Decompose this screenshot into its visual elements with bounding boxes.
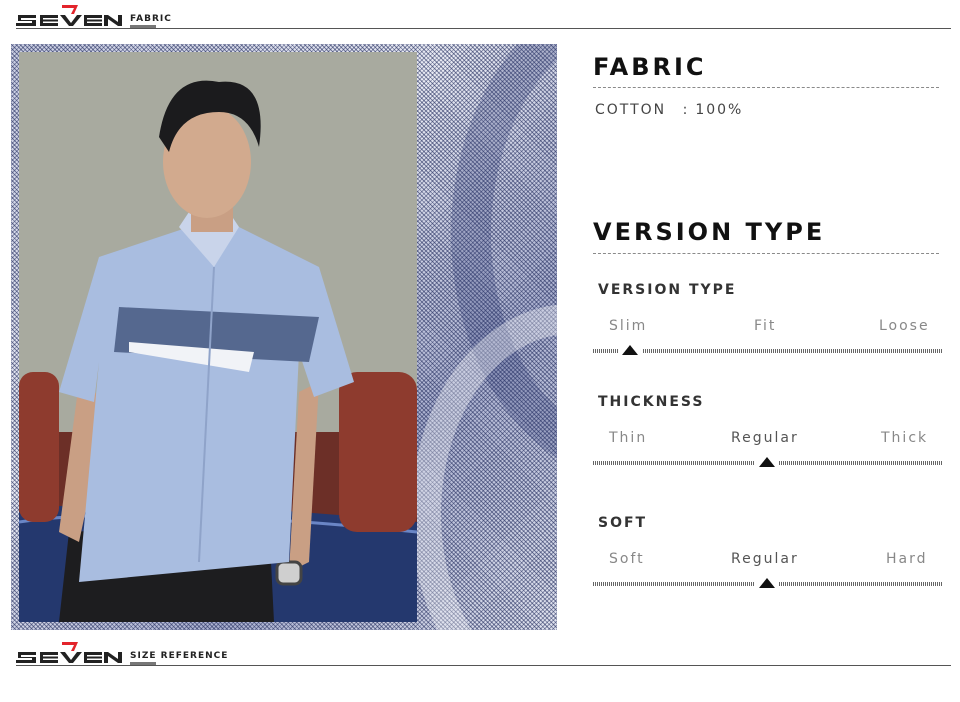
selected-pointer-icon	[622, 345, 638, 355]
scale-label-fit: Fit	[754, 318, 777, 334]
fabric-texture-panel	[11, 44, 557, 630]
scale-label-soft: Soft	[609, 551, 645, 567]
seven-logo	[16, 3, 126, 29]
scale-track	[593, 349, 943, 353]
material-label: COTTON	[595, 102, 667, 118]
scale-label-slim: Slim	[609, 318, 648, 334]
version-type-title: VERSION TYPE	[593, 218, 826, 246]
header-tag: FABRIC	[130, 14, 172, 24]
version-divider	[593, 253, 939, 254]
material-percent: 100%	[695, 102, 744, 118]
fabric-composition: COTTON :100%	[595, 102, 743, 118]
version-type-scale: Slim Fit Loose	[593, 318, 943, 355]
selected-pointer-icon	[759, 457, 775, 467]
scale-label-thin: Thin	[609, 430, 648, 446]
scale-label-regular: Regular	[731, 430, 799, 446]
model-photo	[19, 52, 417, 622]
soft-row-title: SOFT	[598, 515, 648, 531]
composition-separator: :	[682, 102, 690, 118]
header-rule	[16, 665, 951, 666]
fabric-fold	[411, 304, 557, 630]
seven-logo	[16, 640, 126, 666]
thickness-row-title: THICKNESS	[598, 394, 705, 410]
scale-label-regular: Regular	[731, 551, 799, 567]
scale-label-loose: Loose	[879, 318, 930, 334]
softness-scale: Soft Regular Hard	[593, 551, 943, 588]
scale-label-hard: Hard	[886, 551, 928, 567]
selected-pointer-icon	[759, 578, 775, 588]
fabric-title: FABRIC	[593, 53, 707, 81]
top-header: FABRIC	[16, 3, 951, 29]
scale-label-thick: Thick	[881, 430, 929, 446]
thickness-scale: Thin Regular Thick	[593, 430, 943, 467]
fabric-divider	[593, 87, 939, 88]
version-type-row-title: VERSION TYPE	[598, 282, 737, 298]
bottom-header: SIZE REFERENCE	[16, 640, 951, 666]
header-tag: SIZE REFERENCE	[130, 651, 229, 661]
header-rule	[16, 28, 951, 29]
